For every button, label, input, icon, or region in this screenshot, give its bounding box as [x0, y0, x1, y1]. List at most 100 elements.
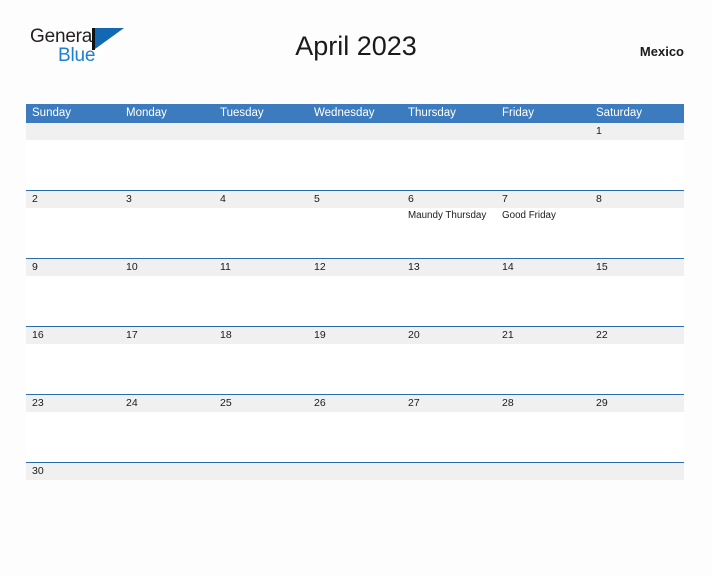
- day-cell-8[interactable]: 8: [590, 191, 684, 208]
- day-cell-27[interactable]: 27: [402, 395, 496, 412]
- day-cell-16[interactable]: 16: [26, 327, 120, 344]
- event-cell-empty: [590, 412, 684, 462]
- day-cell-empty: [496, 463, 590, 480]
- calendar-weeks: 1 2 3 4 5 6 7 8 Maundy Thursday Good Friday 9 10 11 1…: [26, 123, 684, 483]
- day-cell-21[interactable]: 21: [496, 327, 590, 344]
- day-cell-empty: [26, 123, 120, 140]
- day-cell-empty: [214, 123, 308, 140]
- day-cell-15[interactable]: 15: [590, 259, 684, 276]
- day-cell-empty: [214, 463, 308, 480]
- event-cell-empty: [590, 140, 684, 190]
- weekday-header-row: Sunday Monday Tuesday Wednesday Thursday Frid…: [26, 104, 684, 123]
- event-cell-empty: [26, 412, 120, 462]
- day-cell-28[interactable]: 28: [496, 395, 590, 412]
- event-cell-empty: [120, 412, 214, 462]
- day-cell-20[interactable]: 20: [402, 327, 496, 344]
- event-cell-empty: [496, 344, 590, 394]
- event-cell-empty: [496, 140, 590, 190]
- week-date-band: 1: [26, 123, 684, 140]
- weekday-header-friday: Friday: [502, 107, 534, 119]
- event-cell-empty: [402, 344, 496, 394]
- day-cell-26[interactable]: 26: [308, 395, 402, 412]
- week-event-band: [26, 140, 684, 190]
- event-cell-empty: [308, 412, 402, 462]
- event-cell-empty: [308, 344, 402, 394]
- event-cell-empty: [308, 276, 402, 326]
- week-date-band: 9 10 11 12 13 14 15: [26, 259, 684, 276]
- day-cell-4[interactable]: 4: [214, 191, 308, 208]
- calendar-week-row: 16 17 18 19 20 21 22: [26, 326, 684, 394]
- day-cell-11[interactable]: 11: [214, 259, 308, 276]
- day-cell-empty: [402, 123, 496, 140]
- event-cell-empty: [214, 276, 308, 326]
- day-cell-empty: [496, 123, 590, 140]
- day-cell-empty: [590, 463, 684, 480]
- calendar-week-row: 2 3 4 5 6 7 8 Maundy Thursday Good Friday: [26, 190, 684, 258]
- event-cell-empty: [120, 276, 214, 326]
- week-event-band: [26, 412, 684, 462]
- day-cell-2[interactable]: 2: [26, 191, 120, 208]
- day-cell-6[interactable]: 6: [402, 191, 496, 208]
- event-cell-empty: [26, 140, 120, 190]
- day-cell-empty: [308, 123, 402, 140]
- day-cell-1[interactable]: 1: [590, 123, 684, 140]
- week-date-band: 23 24 25 26 27 28 29: [26, 395, 684, 412]
- event-cell-empty: [214, 208, 308, 258]
- event-cell-empty: [214, 140, 308, 190]
- calendar-page: General Blue April 2023 Mexico Sunday Mon…: [0, 26, 712, 576]
- event-cell-empty: [120, 208, 214, 258]
- event-cell-empty: [120, 344, 214, 394]
- day-cell-29[interactable]: 29: [590, 395, 684, 412]
- event-cell-empty: [214, 412, 308, 462]
- week-event-band: Maundy Thursday Good Friday: [26, 208, 684, 258]
- event-cell-empty: [308, 208, 402, 258]
- day-cell-19[interactable]: 19: [308, 327, 402, 344]
- holiday-label: Maundy Thursday: [408, 210, 487, 221]
- page-header: General Blue April 2023 Mexico: [28, 26, 684, 74]
- event-cell-empty: [496, 276, 590, 326]
- weekday-header-monday: Monday: [126, 107, 167, 119]
- day-cell-10[interactable]: 10: [120, 259, 214, 276]
- region-label: Mexico: [639, 44, 684, 59]
- day-cell-30[interactable]: 30: [26, 463, 120, 480]
- day-cell-24[interactable]: 24: [120, 395, 214, 412]
- day-cell-empty: [308, 463, 402, 480]
- calendar-grid: Sunday Monday Tuesday Wednesday Thursday Frid…: [26, 104, 684, 483]
- week-date-band: 16 17 18 19 20 21 22: [26, 327, 684, 344]
- event-cell-empty: [26, 276, 120, 326]
- event-cell-empty: [26, 208, 120, 258]
- day-cell-25[interactable]: 25: [214, 395, 308, 412]
- calendar-week-row: 9 10 11 12 13 14 15: [26, 258, 684, 326]
- weekday-header-wednesday: Wednesday: [314, 107, 375, 119]
- day-cell-empty: [120, 463, 214, 480]
- day-cell-5[interactable]: 5: [308, 191, 402, 208]
- event-cell-empty: [214, 344, 308, 394]
- page-title: April 2023: [295, 31, 417, 61]
- event-cell-empty: [590, 276, 684, 326]
- day-cell-empty: [120, 123, 214, 140]
- week-event-band: [26, 344, 684, 394]
- day-cell-7[interactable]: 7: [496, 191, 590, 208]
- day-cell-23[interactable]: 23: [26, 395, 120, 412]
- event-cell-empty: [120, 140, 214, 190]
- day-cell-13[interactable]: 13: [402, 259, 496, 276]
- event-cell-empty: [402, 276, 496, 326]
- day-cell-14[interactable]: 14: [496, 259, 590, 276]
- calendar-week-row: 23 24 25 26 27 28 29: [26, 394, 684, 462]
- weekday-header-saturday: Saturday: [596, 107, 643, 119]
- week-date-band: 30: [26, 463, 684, 480]
- event-cell-empty: [590, 208, 684, 258]
- calendar-week-row: 30: [26, 462, 684, 483]
- weekday-header-sunday: Sunday: [32, 107, 72, 119]
- event-cell-empty: [496, 412, 590, 462]
- day-cell-18[interactable]: 18: [214, 327, 308, 344]
- day-cell-9[interactable]: 9: [26, 259, 120, 276]
- event-cell-empty: [26, 344, 120, 394]
- day-cell-17[interactable]: 17: [120, 327, 214, 344]
- day-cell-12[interactable]: 12: [308, 259, 402, 276]
- day-cell-3[interactable]: 3: [120, 191, 214, 208]
- day-cell-22[interactable]: 22: [590, 327, 684, 344]
- event-cell-empty: [590, 344, 684, 394]
- week-date-band: 2345678: [26, 191, 684, 208]
- weekday-header-thursday: Thursday: [408, 107, 456, 119]
